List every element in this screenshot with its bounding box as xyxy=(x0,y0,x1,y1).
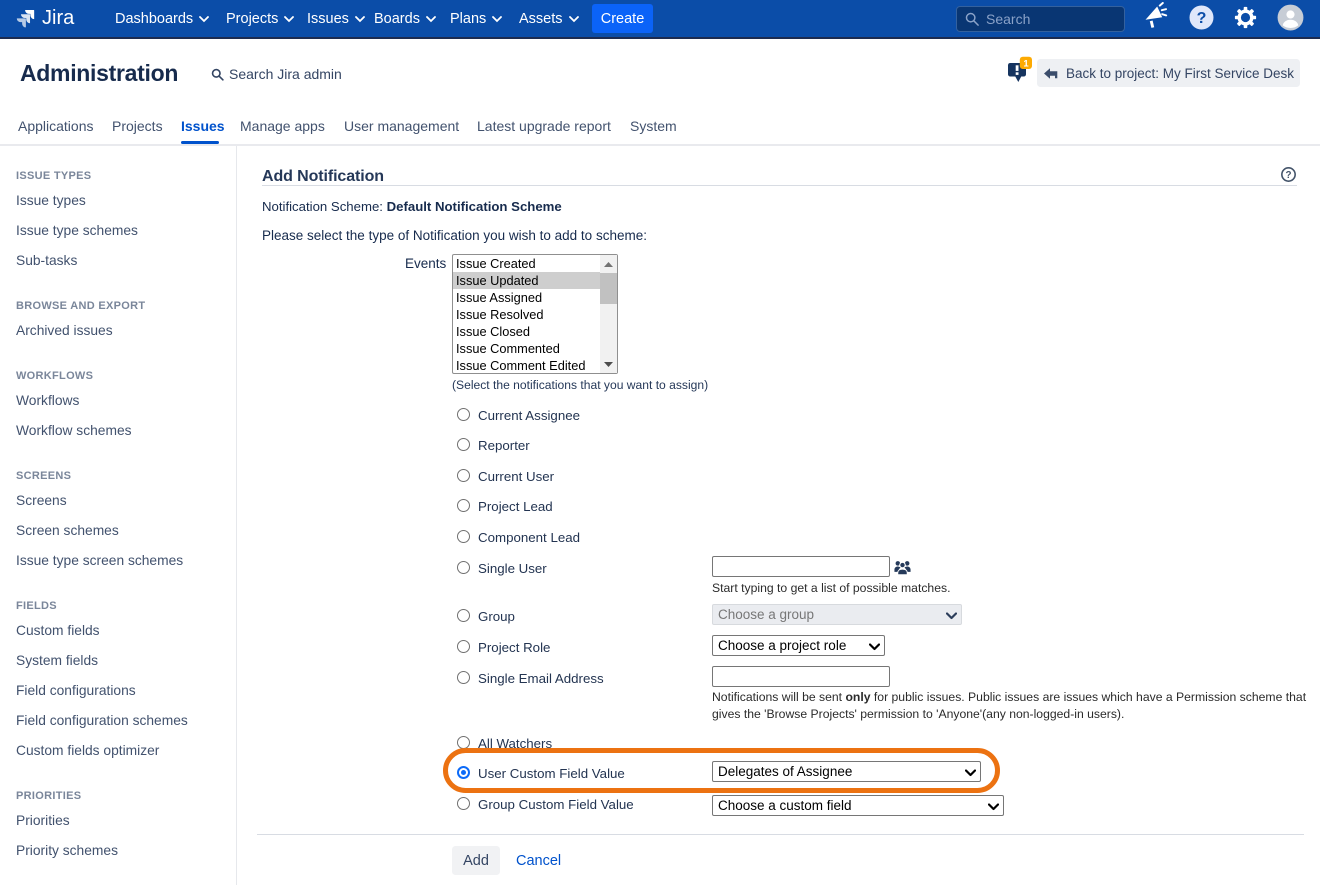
svg-text:?: ? xyxy=(1285,170,1291,181)
svg-text:1: 1 xyxy=(1023,58,1029,69)
svg-text:?: ? xyxy=(1197,10,1207,27)
